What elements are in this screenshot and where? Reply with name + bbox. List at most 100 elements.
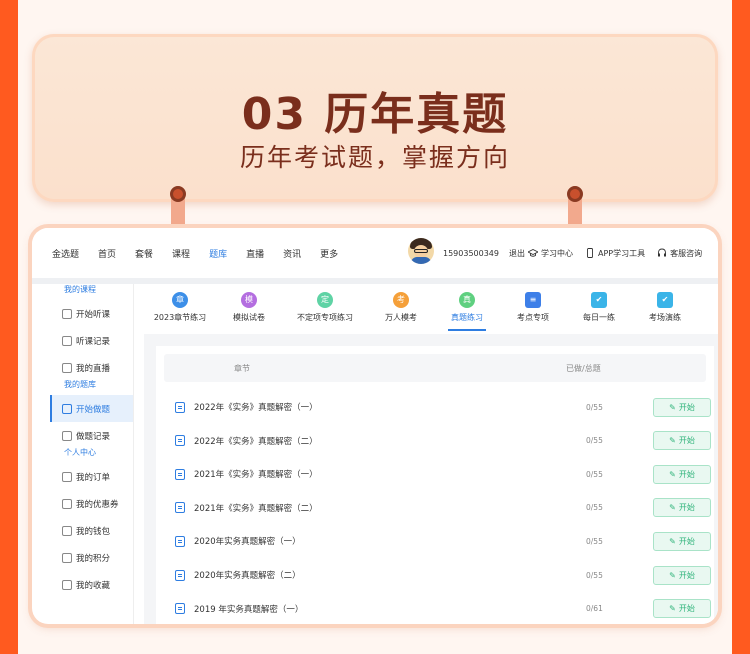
pencil-icon: ✎: [669, 503, 676, 513]
row-title: 2022年《实务》真题解密（一）: [194, 403, 318, 413]
nav-link[interactable]: 金选题: [52, 247, 79, 260]
sidebar-item[interactable]: 做题记录: [50, 422, 133, 449]
nav-link[interactable]: 套餐: [135, 247, 153, 260]
study-center-label: 学习中心: [541, 248, 573, 258]
tab-label: 考点专项: [517, 313, 549, 322]
nav-link[interactable]: 首页: [98, 247, 116, 260]
row-title: 2021年《实务》真题解密（二）: [194, 503, 318, 514]
table-header: 章节 已做/总题: [164, 354, 706, 382]
sidebar-item-label: 听课记录: [76, 336, 111, 347]
tab[interactable]: 定不定项专项练习: [282, 284, 368, 334]
tab[interactable]: ≡ 考点专项: [500, 284, 566, 334]
table-row: 2020年实务真题解密（二） 0/55 ✎ 开始: [156, 558, 714, 592]
row-title: 2020年实务真题解密（一）: [194, 537, 301, 548]
page-background: 03 历年真题 历年考试题，掌握方向 金选题 首页 套餐 课程 题库 直播 资讯 更多 159…: [18, 0, 732, 654]
sidebar-item[interactable]: 我的钱包: [50, 517, 133, 544]
sidebar-item-icon: [62, 579, 72, 590]
sidebar-item-label: 我的收藏: [76, 580, 111, 591]
tab-label: 模拟试卷: [233, 313, 265, 322]
top-navigation: 金选题 首页 套餐 课程 题库 直播 资讯 更多 15903500349 退出 学习中心 AP…: [32, 228, 718, 278]
tab-label: 每日一练: [583, 313, 615, 322]
user-avatar[interactable]: [408, 238, 434, 264]
start-button[interactable]: ✎ 开始: [653, 464, 711, 484]
nav-link[interactable]: 课程: [172, 247, 190, 260]
tab-icon: 章: [172, 292, 188, 308]
tab-icon: 定: [317, 292, 333, 308]
sidebar-item[interactable]: 我的订单: [50, 463, 133, 490]
start-button[interactable]: ✎ 开始: [653, 397, 711, 417]
user-info: 15903500349 退出: [443, 228, 525, 278]
start-button[interactable]: ✎ 开始: [653, 599, 711, 619]
row-progress: 0/55: [586, 536, 603, 546]
tab[interactable]: ✔ 每日一练: [566, 284, 632, 334]
user-phone: 15903500349: [443, 248, 499, 258]
column-ratio: 已做/总题: [566, 363, 601, 373]
banner-title: 03 历年真题: [241, 89, 509, 140]
tab-icon: 模: [241, 292, 257, 308]
sidebar-section-title: 我的课程: [64, 285, 96, 294]
nav-links: 金选题 首页 套餐 课程 题库 直播 资讯 更多: [52, 228, 338, 278]
sidebar-item[interactable]: 我的收藏: [50, 571, 133, 598]
start-button-label: 开始: [678, 604, 695, 614]
nav-link[interactable]: 题库: [209, 247, 227, 260]
start-button-label: 开始: [678, 503, 695, 513]
phone-icon: [587, 248, 593, 258]
sidebar-item[interactable]: 开始做题: [50, 395, 133, 422]
tab-icon: 真: [459, 292, 475, 308]
right-tools: 学习中心 APP学习工具 客服咨询: [528, 228, 702, 278]
logout-link[interactable]: 退出: [509, 248, 525, 259]
tab-icon: ≡: [525, 292, 541, 308]
row-progress: 0/55: [586, 503, 603, 513]
start-button[interactable]: ✎ 开始: [653, 431, 711, 451]
start-button-label: 开始: [678, 570, 695, 580]
banner-subtitle: 历年考试题，掌握方向: [239, 143, 510, 172]
feature-banner: 03 历年真题 历年考试题，掌握方向: [32, 34, 718, 202]
row-title: 2020年实务真题解密（二）: [194, 571, 301, 581]
sidebar-item[interactable]: 听课记录: [50, 327, 133, 354]
nav-link[interactable]: 更多: [320, 247, 338, 260]
tab[interactable]: 考万人模考: [368, 284, 434, 334]
table-row: 2021年《实务》真题解密（一） 0/55 ✎ 开始: [156, 457, 714, 491]
sidebar-item-icon: [62, 552, 72, 563]
nav-link[interactable]: 资讯: [283, 247, 301, 260]
start-button[interactable]: ✎ 开始: [653, 565, 711, 585]
sidebar-item[interactable]: 我的积分: [50, 544, 133, 571]
table-row: 2022年《实务》真题解密（一） 0/55 ✎ 开始: [156, 390, 714, 424]
chapter-table: 章节 已做/总题 2022年《实务》真题解密（一） 0/55 ✎ 开始 2022年《实务…: [156, 346, 714, 624]
sidebar-item-icon: [62, 498, 72, 509]
row-progress: 0/61: [586, 604, 603, 614]
nav-link[interactable]: 直播: [246, 247, 264, 260]
document-icon: [175, 603, 185, 615]
sidebar-item[interactable]: 我的优惠券: [50, 490, 133, 517]
tab[interactable]: 章 2023章节练习: [144, 284, 216, 334]
study-center-link[interactable]: 学习中心: [528, 248, 573, 259]
tab[interactable]: 模模拟试卷: [216, 284, 282, 334]
tab-label: 不定项专项练习: [297, 313, 353, 322]
tab-label: 考场演练: [649, 313, 681, 322]
tab-label: 2023章节练习: [153, 313, 207, 322]
sidebar-item[interactable]: 我的直播: [50, 354, 133, 381]
row-title: 2019 年实务真题解密（一）: [194, 604, 304, 615]
start-button[interactable]: ✎ 开始: [653, 498, 711, 518]
support-link[interactable]: 客服咨询: [657, 248, 702, 259]
document-icon: [175, 502, 185, 514]
sidebar-item[interactable]: 开始听课: [50, 300, 133, 327]
sidebar-item-icon: [62, 362, 72, 373]
pencil-icon: ✎: [669, 570, 676, 580]
support-label: 客服咨询: [670, 248, 703, 258]
tab[interactable]: ✔ 考场演练: [632, 284, 698, 334]
pencil-icon: ✎: [669, 469, 676, 479]
sidebar-item-icon: [62, 335, 72, 346]
app-tool-link[interactable]: APP学习工具: [585, 248, 645, 259]
row-title: 2022年《实务》真题解密（二）: [194, 436, 318, 447]
start-button-label: 开始: [678, 536, 695, 546]
tab-icon: 考: [393, 292, 409, 308]
row-progress: 0/55: [586, 469, 603, 479]
start-button[interactable]: ✎ 开始: [653, 531, 711, 551]
tab[interactable]: 真真题练习: [434, 284, 500, 334]
column-chapter: 章节: [234, 363, 250, 373]
sidebar-item-icon: [62, 471, 72, 482]
question-type-tabs: 章 2023章节练习模模拟试卷定不定项专项练习考万人模考真真题练习 ≡ 考点专项 ✔ 每日…: [144, 284, 718, 334]
app-tool-label: APP学习工具: [598, 248, 646, 258]
row-progress: 0/55: [586, 402, 603, 412]
